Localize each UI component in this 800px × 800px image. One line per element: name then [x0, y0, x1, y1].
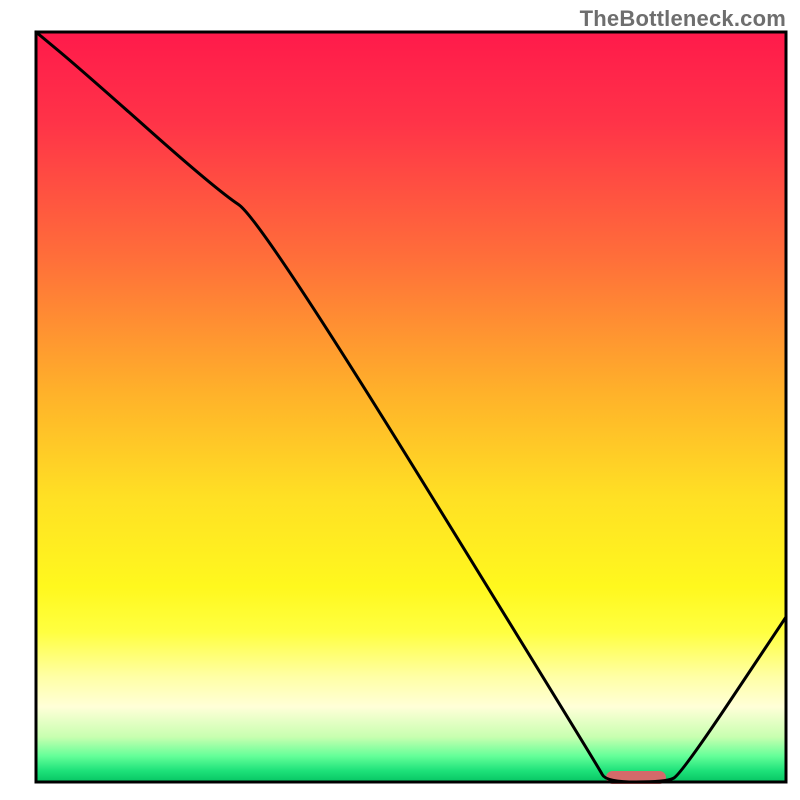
plot-background [36, 32, 786, 782]
watermark-text: TheBottleneck.com [580, 6, 786, 32]
bottleneck-chart [0, 0, 800, 800]
chart-frame: TheBottleneck.com [0, 0, 800, 800]
